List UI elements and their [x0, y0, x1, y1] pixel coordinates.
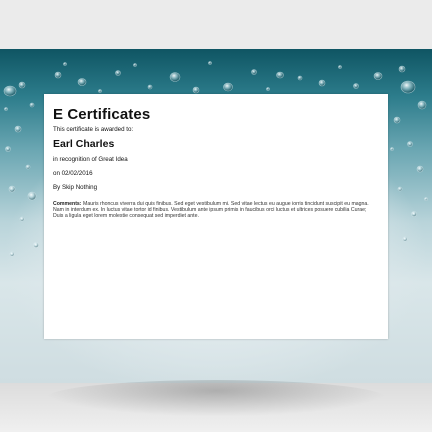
comments-label: Comments: [53, 201, 82, 207]
certificate-card: E Certificates This certificate is award… [44, 94, 388, 339]
floor-shadow [46, 380, 386, 416]
awarded-to-label: This certificate is awarded to: [53, 126, 134, 133]
comments-block: Comments: Mauris rhoncus viverra dui qui… [53, 201, 375, 220]
recipient-name: Earl Charles [53, 138, 115, 150]
top-frame-band [0, 0, 432, 49]
certificate-title: E Certificates [53, 106, 151, 123]
issuer-text: By Skip Nothing [53, 184, 98, 191]
award-date: on 02/02/2016 [53, 170, 93, 177]
comments-text: Mauris rhoncus viverra dui quis finibus.… [53, 201, 369, 220]
recognition-text: in recognition of Great Idea [53, 156, 128, 163]
